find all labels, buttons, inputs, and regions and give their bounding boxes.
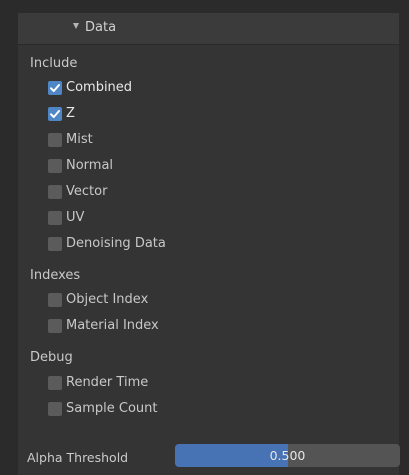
section-label-indexes: Indexes <box>30 268 81 283</box>
checkbox-unchecked-icon <box>48 293 62 307</box>
checkbox-checked-icon <box>48 81 62 95</box>
data-panel: Data Include Combined Z Mist Normal Vect… <box>18 13 400 475</box>
checkbox-label: Normal <box>66 158 114 173</box>
checkbox-unchecked-icon <box>48 376 62 390</box>
panel-header-data[interactable]: Data <box>18 13 399 45</box>
section-label-debug: Debug <box>30 350 73 365</box>
checkbox-label: Render Time <box>66 375 149 390</box>
checkbox-unchecked-icon <box>48 319 62 333</box>
panel-title: Data <box>85 20 117 35</box>
checkbox-object-index[interactable]: Object Index <box>48 292 348 310</box>
checkbox-uv[interactable]: UV <box>48 210 348 228</box>
checkbox-label: UV <box>66 210 85 225</box>
checkbox-sample-count[interactable]: Sample Count <box>48 401 348 419</box>
checkbox-unchecked-icon <box>48 185 62 199</box>
chevron-down-icon <box>73 23 79 29</box>
checkbox-label: Denoising Data <box>66 236 166 251</box>
checkbox-label: Sample Count <box>66 401 158 416</box>
alpha-threshold-slider[interactable]: 0.500 <box>175 444 400 467</box>
checkbox-combined[interactable]: Combined <box>48 80 348 98</box>
checkbox-label: Combined <box>66 80 133 95</box>
checkbox-unchecked-icon <box>48 159 62 173</box>
checkbox-unchecked-icon <box>48 133 62 147</box>
checkbox-vector[interactable]: Vector <box>48 184 348 202</box>
checkbox-unchecked-icon <box>48 237 62 251</box>
slider-value: 0.500 <box>269 448 306 463</box>
checkbox-unchecked-icon <box>48 402 62 416</box>
checkbox-label: Material Index <box>66 318 159 333</box>
section-label-include: Include <box>30 56 78 71</box>
checkbox-checked-icon <box>48 107 62 121</box>
checkbox-z[interactable]: Z <box>48 106 348 124</box>
checkbox-material-index[interactable]: Material Index <box>48 318 348 336</box>
checkbox-unchecked-icon <box>48 211 62 225</box>
checkbox-label: Z <box>66 106 75 121</box>
checkbox-render-time[interactable]: Render Time <box>48 375 348 393</box>
checkbox-label: Mist <box>66 132 93 147</box>
checkbox-normal[interactable]: Normal <box>48 158 348 176</box>
checkbox-label: Vector <box>66 184 108 199</box>
checkbox-label: Object Index <box>66 292 149 307</box>
checkbox-mist[interactable]: Mist <box>48 132 348 150</box>
alpha-threshold-label: Alpha Threshold <box>27 450 129 465</box>
checkbox-denoising-data[interactable]: Denoising Data <box>48 236 348 254</box>
